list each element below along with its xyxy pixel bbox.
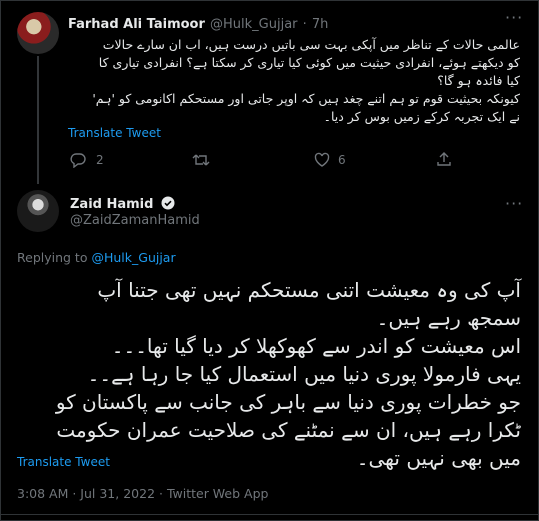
replying-to-handle[interactable]: @Hulk_Gujjar	[91, 250, 175, 265]
main-timestamp[interactable]: 3:08 AM · Jul 31, 2022 · Twitter Web App	[17, 486, 268, 501]
thread-connector-line	[37, 56, 39, 184]
reply-line: کیا فائدہ ہو گا؟	[437, 73, 520, 88]
reply-line: کو دیکھتے ہوئے، انفرادی حیثیت میں کوئی ک…	[98, 55, 520, 70]
reply-line: نے ایک تجربہ کرکے زمیں بوس کر دیا۔	[323, 109, 520, 124]
header-separator: ·	[302, 17, 307, 32]
bottom-divider	[0, 514, 539, 515]
like-icon[interactable]	[314, 152, 330, 168]
reply-tweet-text: عالمی حالات کے تناظر میں آپکی بہت سی بات…	[68, 36, 520, 126]
farhad-avatar[interactable]	[17, 12, 59, 54]
reply-line: عالمی حالات کے تناظر میں آپکی بہت سی بات…	[102, 37, 520, 52]
retweet-icon[interactable]	[192, 151, 210, 169]
reply-more-options-icon[interactable]: ···	[505, 8, 523, 27]
reply-translate-link[interactable]: Translate Tweet	[68, 126, 161, 140]
reply-author-name[interactable]: Farhad Ali Taimoor	[68, 17, 205, 32]
reply-author-handle[interactable]: @Hulk_Gujjar	[210, 17, 298, 32]
replying-to-label: Replying to	[17, 250, 88, 265]
reply-line: کیونکہ بحیثیت قوم تو ہم اتنے چغد ہیں کہ …	[92, 91, 520, 106]
reply-count: 2	[96, 153, 104, 167]
main-tweet-text: آپ کی وہ معیشت اتنی مستحکم نہیں تھی جتنا…	[17, 276, 521, 472]
main-author-row: Zaid Hamid	[70, 193, 175, 214]
main-author-handle[interactable]: @ZaidZamanHamid	[70, 213, 200, 228]
reply-tweet-header: Farhad Ali Taimoor @Hulk_Gujjar · 7h	[68, 13, 328, 32]
reply-time[interactable]: 7h	[312, 17, 329, 32]
main-line: جو خطرات پوری دنیا سے باہر کی جانب سے پا…	[55, 390, 521, 414]
main-line: آپ کی وہ معیشت اتنی مستحکم نہیں تھی جتنا…	[97, 278, 521, 302]
main-line: سمجھ رہے ہیں۔	[376, 306, 521, 330]
verified-badge-icon	[161, 195, 175, 214]
main-more-options-icon[interactable]: ···	[505, 194, 523, 213]
reply-icon[interactable]	[70, 152, 86, 169]
zaid-avatar[interactable]	[17, 190, 59, 232]
main-translate-link[interactable]: Translate Tweet	[17, 455, 110, 469]
main-line: یہی فارمولا پوری دنیا میں استعمال کیا جا…	[87, 362, 521, 386]
like-count: 6	[338, 153, 346, 167]
share-icon[interactable]	[436, 151, 452, 167]
replying-to-line: Replying to @Hulk_Gujjar	[17, 250, 176, 265]
main-author-name[interactable]: Zaid Hamid	[70, 197, 153, 212]
main-line: اس معیشت کو اندر سے کھوکھلا کر دیا گیا ت…	[111, 334, 521, 358]
main-line: ٹکرا رہے ہیں، ان سے نمٹنے کی صلاحیت عمرا…	[56, 418, 521, 442]
